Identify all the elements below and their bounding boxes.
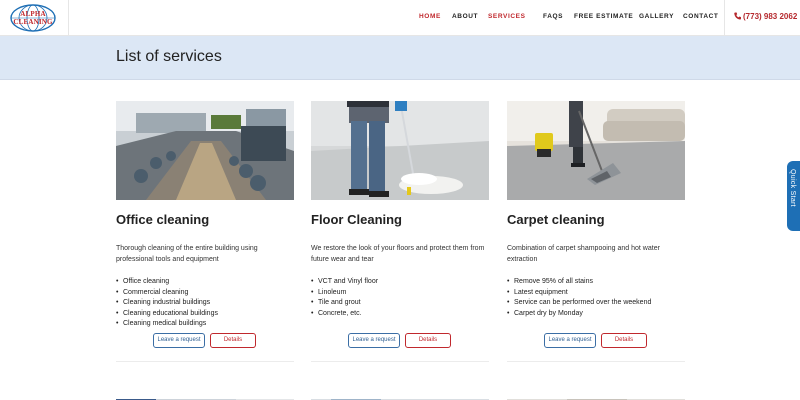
leave-request-button[interactable]: Leave a request: [544, 333, 596, 348]
page-title: List of services: [116, 48, 222, 65]
floor-photo: [311, 101, 489, 200]
nav-free-estimate[interactable]: FREE ESTIMATE: [574, 13, 633, 20]
card-divider: [116, 361, 294, 362]
phone-icon: [734, 12, 741, 20]
list-item: Service can be performed over the weeken…: [507, 298, 651, 309]
quick-start-label: Quick Start: [789, 169, 796, 207]
quick-start-tab[interactable]: Quick Start: [787, 161, 800, 231]
list-item: Commercial cleaning: [116, 288, 218, 299]
service-features: Remove 95% of all stains Latest equipmen…: [507, 277, 651, 319]
card-divider: [311, 361, 489, 362]
list-item: Remove 95% of all stains: [507, 277, 651, 288]
details-button[interactable]: Details: [210, 333, 256, 348]
carpet-photo: [507, 101, 685, 200]
nav-home[interactable]: HOME: [419, 13, 441, 20]
details-button[interactable]: Details: [405, 333, 451, 348]
brand-logo[interactable]: ALPHA CLEANING: [8, 3, 58, 33]
service-title: Office cleaning: [116, 212, 210, 227]
service-features: VCT and Vinyl floor Linoleum Tile and gr…: [311, 277, 378, 319]
details-button[interactable]: Details: [601, 333, 647, 348]
list-item: Tile and grout: [311, 298, 378, 309]
list-item: Cleaning educational buildings: [116, 309, 218, 320]
list-item: Latest equipment: [507, 288, 651, 299]
list-item: Carpet dry by Monday: [507, 309, 651, 320]
logo-text-bottom: CLEANING: [13, 18, 53, 26]
header-divider: [724, 0, 725, 36]
leave-request-button[interactable]: Leave a request: [153, 333, 205, 348]
service-features: Office cleaning Commercial cleaning Clea…: [116, 277, 218, 330]
card-divider: [507, 361, 685, 362]
logo-wordmark: ALPHA CLEANING: [8, 10, 58, 26]
list-item: Concrete, etc.: [311, 309, 378, 320]
leave-request-button[interactable]: Leave a request: [348, 333, 400, 348]
service-description: Combination of carpet shampooing and hot…: [507, 245, 660, 263]
list-item: Linoleum: [311, 288, 378, 299]
nav-services[interactable]: SERVICES: [488, 13, 526, 20]
service-description: We restore the look of your floors and p…: [311, 245, 485, 263]
site-header: ALPHA CLEANING HOME ABOUT SERVICES FAQS …: [0, 0, 800, 36]
list-item: Office cleaning: [116, 277, 218, 288]
nav-faqs[interactable]: FAQS: [543, 13, 563, 20]
office-photo: [116, 101, 294, 200]
list-item: Cleaning industrial buildings: [116, 298, 218, 309]
nav-contact[interactable]: CONTACT: [683, 13, 719, 20]
service-title: Floor Cleaning: [311, 212, 402, 227]
service-title: Carpet cleaning: [507, 212, 605, 227]
service-description: Thorough cleaning of the entire building…: [116, 245, 258, 263]
next-service-photo: [116, 393, 294, 400]
phone-link[interactable]: (773) 983 2062: [734, 12, 797, 21]
logo-text-top: ALPHA: [20, 10, 46, 18]
next-service-photo: [507, 393, 685, 400]
list-item: Cleaning medical buildings: [116, 319, 218, 330]
next-service-photo: [311, 393, 489, 400]
header-divider: [68, 0, 69, 36]
phone-number: (773) 983 2062: [743, 12, 798, 21]
nav-about[interactable]: ABOUT: [452, 13, 478, 20]
nav-gallery[interactable]: GALLERY: [639, 13, 674, 20]
list-item: VCT and Vinyl floor: [311, 277, 378, 288]
